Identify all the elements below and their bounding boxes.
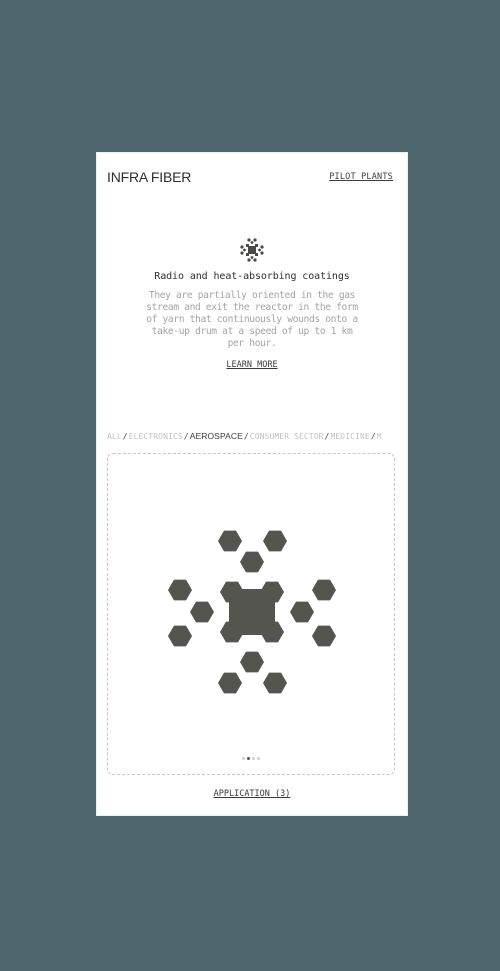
- feature-description: They are partially oriented in the gas s…: [146, 290, 358, 349]
- carousel-pagination: [108, 745, 394, 764]
- filter-separator: /: [324, 432, 330, 441]
- pagination-dot[interactable]: [257, 757, 260, 760]
- filter-medicine[interactable]: MEDICINE: [330, 432, 369, 441]
- feature-section: Radio and heat-absorbing coatings They a…: [97, 237, 407, 371]
- pilot-plants-link[interactable]: PILOT PLANTS: [329, 172, 393, 182]
- header: INFRA FIBER PILOT PLANTS: [107, 169, 393, 185]
- filter-separator: /: [183, 432, 189, 441]
- filter-electronics[interactable]: ELECTRONICS: [129, 432, 183, 441]
- category-filter-bar: ALL/ELECTRONICS/AEROSPACE/CONSUMER SECTO…: [107, 431, 407, 441]
- filter-more[interactable]: M: [377, 432, 382, 441]
- hexagon-cluster-icon: [168, 530, 336, 694]
- filter-separator: /: [370, 432, 376, 441]
- molecule-icon: [240, 238, 264, 262]
- pagination-dot-active[interactable]: [247, 757, 250, 760]
- brand-logo[interactable]: INFRA FIBER: [107, 169, 191, 185]
- pagination-dot[interactable]: [252, 757, 255, 760]
- pagination-dot[interactable]: [242, 757, 245, 760]
- app-screen: INFRA FIBER PILOT PLANTS Radio and heat-…: [96, 152, 408, 816]
- filter-separator: /: [122, 432, 128, 441]
- application-link[interactable]: APPLICATION (3): [97, 789, 407, 799]
- application-card[interactable]: [107, 453, 395, 775]
- filter-separator: /: [243, 432, 249, 441]
- feature-title: Radio and heat-absorbing coatings: [154, 271, 350, 282]
- filter-aerospace[interactable]: AEROSPACE: [190, 431, 243, 441]
- filter-all[interactable]: ALL: [107, 432, 122, 441]
- filter-consumer-sector[interactable]: CONSUMER SECTOR: [250, 432, 324, 441]
- learn-more-link[interactable]: LEARN MORE: [226, 360, 277, 370]
